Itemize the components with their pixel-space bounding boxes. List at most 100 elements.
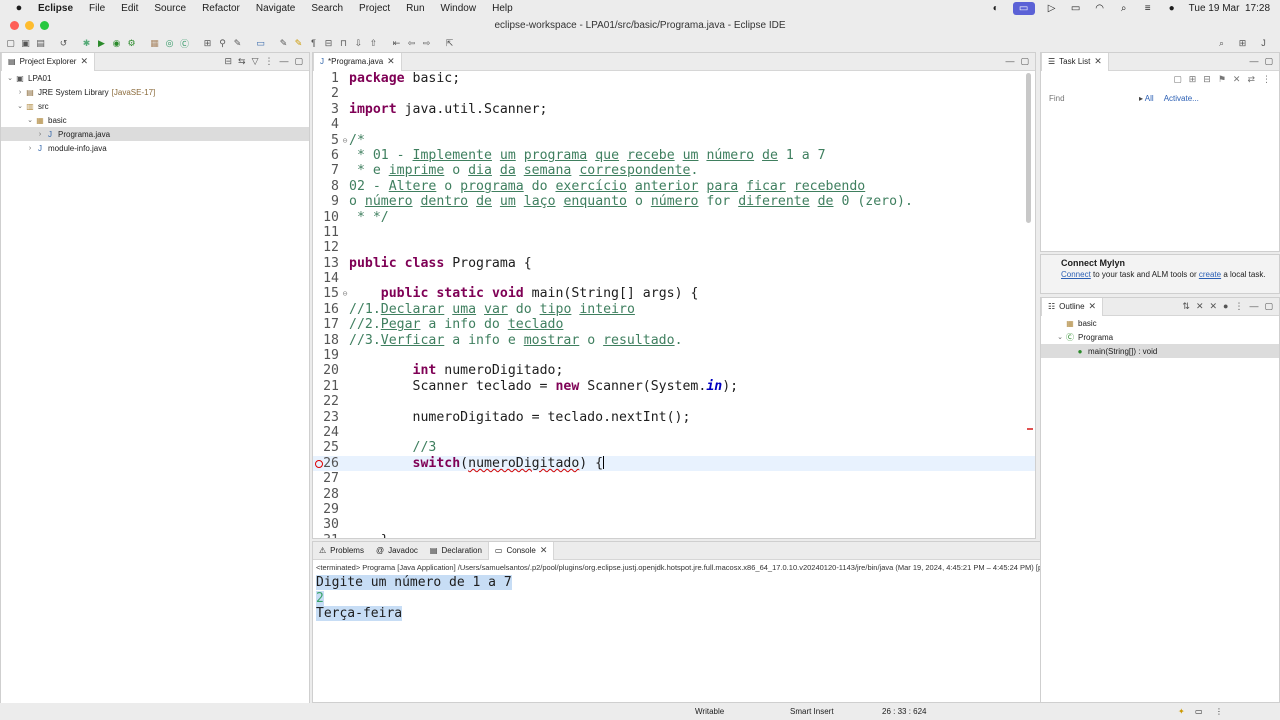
code-line[interactable]: 1 package basic; [313,71,1035,86]
menu-edit[interactable]: Edit [113,3,146,14]
chevron-down-icon[interactable]: ⌄ [5,74,15,82]
highlight-icon[interactable]: ✎ [292,37,305,50]
view-menu-icon[interactable]: ⋮ [1234,301,1243,312]
menu-app-name[interactable]: Eclipse [30,3,81,14]
annotation-next-icon[interactable]: ⇩ [352,37,365,50]
code-line[interactable]: 19 [313,348,1035,363]
chevron-down-icon[interactable]: ⌄ [15,102,25,110]
code-line[interactable]: 21 Scanner teclado = new Scanner(System.… [313,379,1035,394]
hide-nonpublic-icon[interactable]: ● [1223,301,1228,312]
code-text[interactable]: * 01 - Implemente um programa que recebe… [349,148,826,163]
code-line[interactable]: 6 * 01 - Implemente um programa que rece… [313,148,1035,163]
hide-static-icon[interactable]: ✕ [1210,301,1218,312]
chevron-down-icon[interactable]: ⌄ [25,116,35,124]
code-text[interactable]: //3 [349,440,437,455]
close-icon[interactable]: ✕ [540,545,548,556]
code-text[interactable]: Scanner teclado = new Scanner(System.in)… [349,379,739,394]
mylyn-create-link[interactable]: create [1199,270,1221,279]
code-line[interactable]: 27 [313,471,1035,486]
minimize-window-button[interactable] [25,20,34,30]
close-icon[interactable]: ✕ [387,56,395,67]
undo-icon[interactable]: ↺ [57,37,70,50]
chevron-right-icon[interactable]: › [25,145,35,152]
tab-javadoc[interactable]: @ Javadoc [370,542,424,560]
code-line[interactable]: 12 [313,240,1035,255]
task-find-input[interactable] [1049,92,1129,104]
coverage-icon[interactable]: ◉ [110,37,123,50]
chevron-right-icon[interactable]: › [35,131,45,138]
code-line[interactable]: 3 import java.util.Scanner; [313,102,1035,117]
tip-icon[interactable]: ✦ [1178,707,1185,716]
code-text[interactable]: switch(numeroDigitado) { [349,456,605,471]
code-line[interactable]: 24 [313,425,1035,440]
view-menu-icon[interactable]: ⋮ [1262,74,1271,85]
sync-icon[interactable]: ⇄ [1247,74,1255,85]
search-icon[interactable]: ⌕ [1215,37,1228,50]
tree-item[interactable]: › ▤ JRE System Library [JavaSE-17] [1,85,309,99]
open-type-icon[interactable]: ⊞ [201,37,214,50]
save-all-icon[interactable]: ▤ [34,37,47,50]
status-menu-icon[interactable]: ◐ [989,3,1003,14]
debug-icon[interactable]: ✱ [80,37,93,50]
menu-help[interactable]: Help [484,3,521,14]
filter-icon[interactable]: ▽ [252,56,259,67]
new-package-icon[interactable]: ◎ [163,37,176,50]
tools-icon[interactable]: ✎ [231,37,244,50]
collapse-all-icon[interactable]: ⊟ [224,56,232,67]
tab-declaration[interactable]: ▤ Declaration [424,542,488,560]
mylyn-connect-link[interactable]: Connect [1061,270,1091,279]
open-perspective-icon[interactable]: ⊞ [1236,37,1249,50]
close-icon[interactable]: ✕ [1089,301,1097,312]
code-line[interactable]: 29 [313,502,1035,517]
battery-icon[interactable]: ▭ [1069,3,1083,14]
sort-icon[interactable]: ⇅ [1182,301,1190,312]
code-line[interactable]: 11 [313,225,1035,240]
menu-file[interactable]: File [81,3,113,14]
new-java-project-icon[interactable]: ▦ [148,37,161,50]
minimize-icon[interactable]: — [1005,56,1014,67]
error-overview-marker[interactable] [1027,428,1033,430]
maximize-icon[interactable]: ▢ [1020,56,1029,67]
wifi-icon[interactable]: ◠ [1093,3,1107,14]
progress-icon[interactable]: ▭ [1195,707,1203,716]
update-icon[interactable]: ⋮ [1215,707,1223,716]
back-icon[interactable]: ⇦ [405,37,418,50]
code-line[interactable]: 2 [313,86,1035,101]
code-text[interactable]: int numeroDigitado; [349,363,564,378]
maximize-icon[interactable]: ▢ [1264,56,1273,67]
menu-run[interactable]: Run [398,3,432,14]
hide-fields-icon[interactable]: ✕ [1196,301,1204,312]
last-edit-icon[interactable]: ⇤ [390,37,403,50]
minimize-icon[interactable]: — [1249,301,1258,312]
maximize-icon[interactable]: ▢ [294,56,303,67]
code-text[interactable]: public class Programa { [349,256,532,271]
code-line[interactable]: 30 [313,517,1035,532]
annotation-prev-icon[interactable]: ⇧ [367,37,380,50]
status-cursor-position[interactable]: 26 : 33 : 624 [882,707,926,716]
tree-item[interactable]: ⌄ ▦ basic [1,113,309,127]
code-text[interactable]: package basic; [349,71,460,86]
code-line[interactable]: 31 } [313,533,1035,538]
code-line[interactable]: 7 * e imprime o dia da semana correspond… [313,163,1035,178]
chevron-down-icon[interactable]: ⌄ [1055,333,1065,341]
task-activate-link[interactable]: Activate... [1164,94,1199,103]
close-window-button[interactable] [10,20,19,30]
java-perspective-icon[interactable]: J [1257,37,1270,50]
chevron-right-icon[interactable]: › [15,89,25,96]
code-line[interactable]: 10 * */ [313,210,1035,225]
categorized-icon[interactable]: ⊞ [1189,74,1197,85]
code-line[interactable]: 8 02 - Altere o programa do exercício ant… [313,179,1035,194]
tree-item[interactable]: ▦ basic [1041,316,1279,330]
fold-toggle-icon[interactable]: ⊖ [341,286,349,301]
close-icon[interactable]: ✕ [80,56,88,67]
new-task-icon[interactable]: ▢ [1173,74,1182,85]
close-icon[interactable]: ✕ [1094,56,1102,67]
zoom-window-button[interactable] [40,20,49,30]
code-text[interactable]: //2.Pegar a info do teclado [349,317,563,332]
tree-item[interactable]: ⌄ ▣ LPA01 [1,71,309,85]
menubar-clock[interactable]: Tue 19 Mar 17:28 [1189,3,1270,14]
code-text[interactable]: * */ [349,210,389,225]
code-text[interactable]: * e imprime o dia da semana corresponden… [349,163,699,178]
fold-toggle-icon[interactable]: ⊖ [341,133,349,148]
code-text[interactable]: } [349,533,389,538]
